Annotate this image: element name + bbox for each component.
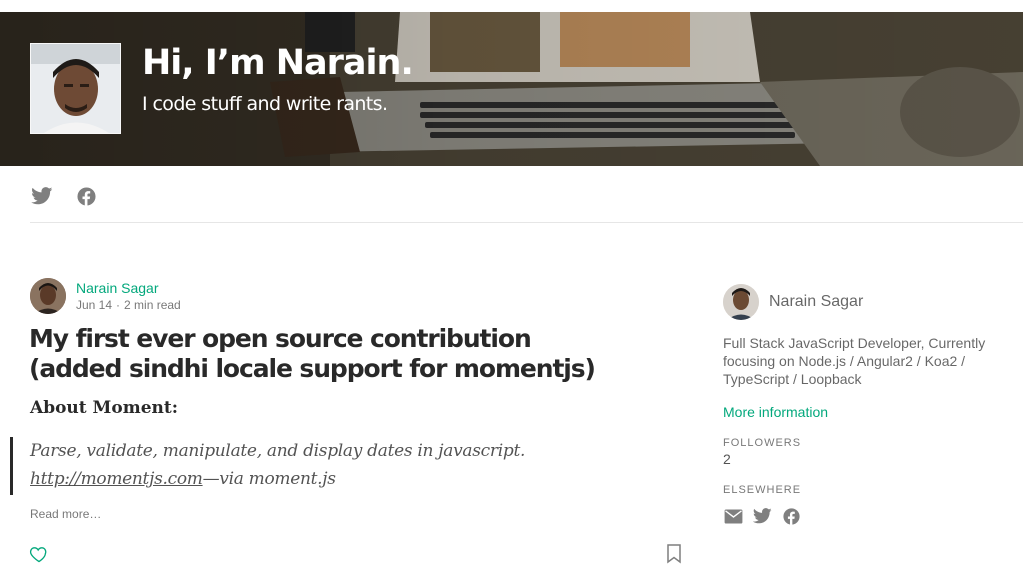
post-meta: Jun 14 · 2 min read [76,298,181,313]
avatar-portrait [31,44,120,133]
more-information-link[interactable]: More information [723,403,828,421]
quote-link[interactable]: http://momentjs.com [30,469,203,489]
post-date: Jun 14 [76,298,113,312]
facebook-icon[interactable] [74,184,98,208]
quote-suffix: —via moment.js [202,469,336,489]
elsewhere-links [723,506,801,526]
hero-overlay [0,12,1023,166]
sidebar-avatar[interactable] [723,284,759,320]
top-bar [0,0,1023,12]
author-avatar[interactable] [30,278,66,314]
post-read-time: 2 min read [124,298,181,312]
social-links [30,184,98,208]
quote-text: Parse, validate, manipulate, and display… [30,441,526,461]
read-more-link[interactable]: Read more… [30,507,101,522]
twitter-icon[interactable] [752,506,772,526]
facebook-icon[interactable] [781,506,801,526]
twitter-icon[interactable] [30,184,54,208]
followers-count[interactable]: 2 [723,451,731,467]
post-subhead: About Moment: [30,398,178,418]
hero-banner: Hi, I’m Narain. I code stuff and write r… [0,12,1023,166]
heart-icon[interactable] [29,544,51,566]
hero-avatar [30,43,121,134]
bookmark-icon[interactable] [666,544,686,566]
meta-separator: · [116,298,121,312]
sidebar-author-name[interactable]: Narain Sagar [769,292,863,312]
header-divider [30,222,1023,223]
quote-bar [10,437,13,495]
sidebar-bio: Full Stack JavaScript Developer, Current… [723,335,986,387]
hero-title: Hi, I’m Narain. [142,43,414,83]
hero-tagline: I code stuff and write rants. [142,93,388,115]
post-title-link[interactable]: My first ever open source contribution (… [29,324,629,384]
mail-icon[interactable] [723,506,743,526]
post-quote: Parse, validate, manipulate, and display… [30,437,670,493]
followers-label: FOLLOWERS [723,437,802,449]
elsewhere-label: ELSEWHERE [723,484,802,496]
author-name-link[interactable]: Narain Sagar [76,280,159,297]
